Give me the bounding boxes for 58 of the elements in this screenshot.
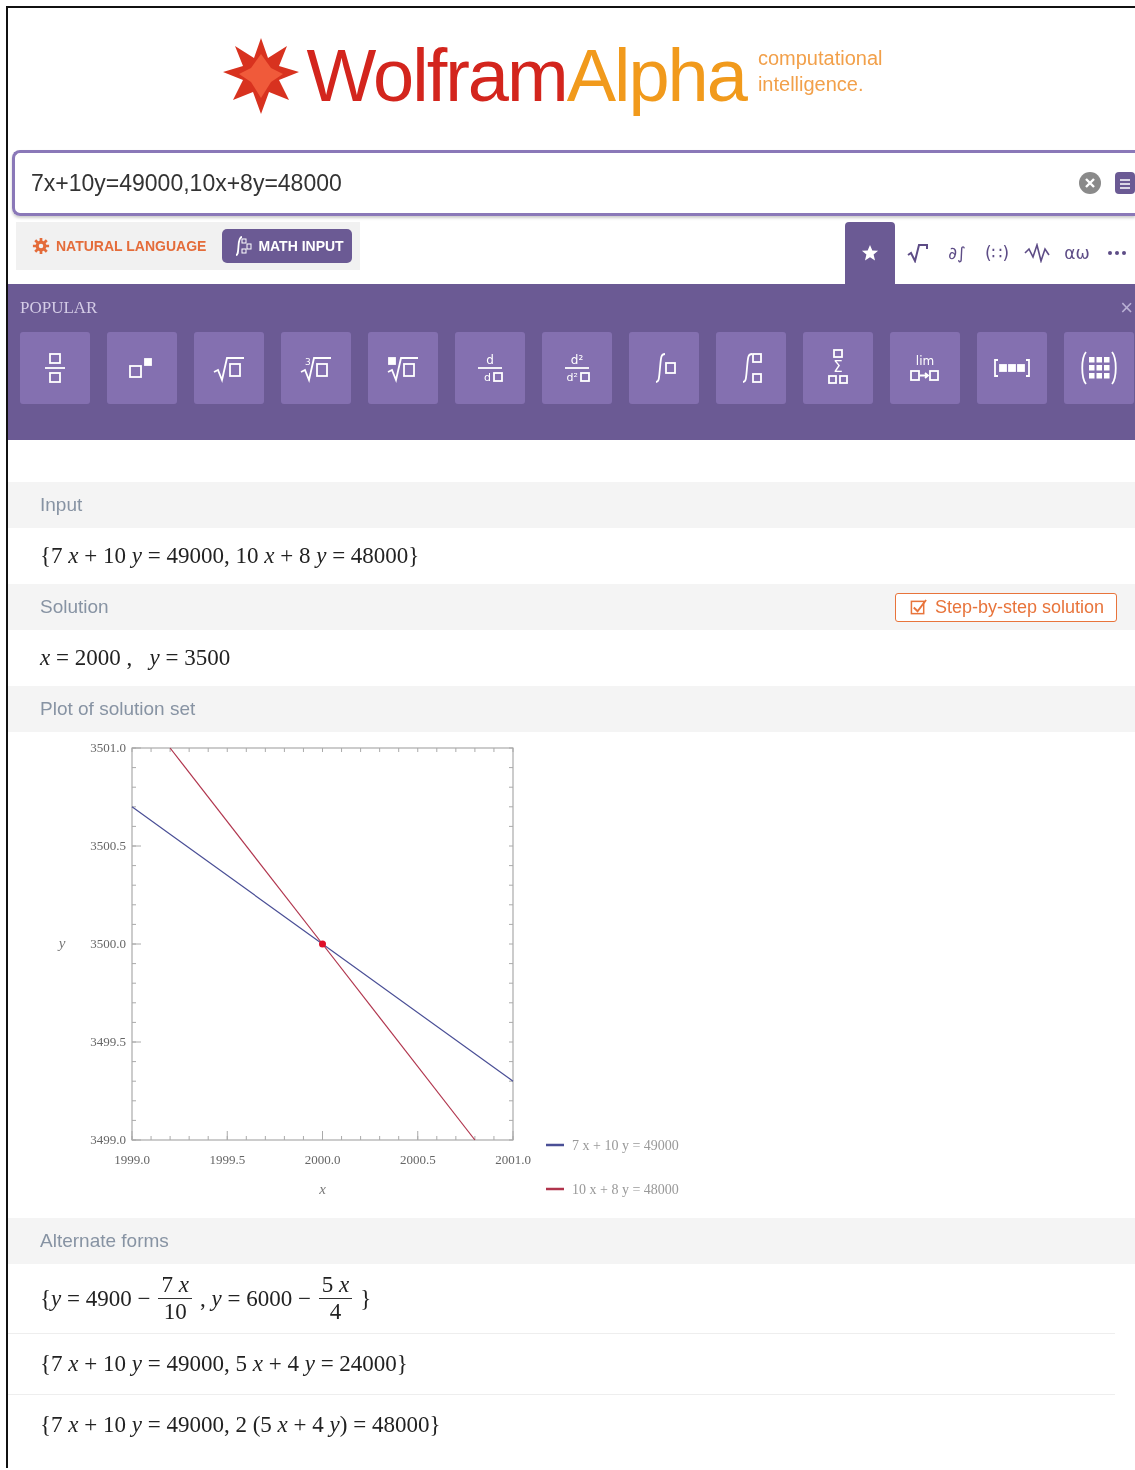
- x-tick-label: 1999.5: [209, 1152, 246, 1167]
- indexed-root-template-button[interactable]: 3: [281, 332, 351, 404]
- nth-root-template-button[interactable]: [368, 332, 438, 404]
- y-tick-label: 3499.5: [90, 1034, 126, 1049]
- y-tick-label: 3501.0: [90, 740, 126, 755]
- pod-title: Solution: [40, 596, 109, 618]
- close-button[interactable]: ×: [1118, 295, 1135, 321]
- derivative-template-button[interactable]: d² d²: [542, 332, 612, 404]
- keyboard-icon[interactable]: [1115, 172, 1135, 194]
- x-tick-label: 1999.0: [114, 1152, 150, 1167]
- search-bar[interactable]: 7x+10y=49000,10x+8y=48000: [12, 150, 1135, 216]
- sqrt-template-button[interactable]: [194, 332, 264, 404]
- symbol-tab[interactable]: ∂∫: [939, 222, 975, 284]
- definite-integral-template-button[interactable]: [716, 332, 786, 404]
- x-axis-label: x: [319, 1181, 326, 1197]
- more-icon: [1107, 250, 1127, 256]
- vector-template-button[interactable]: [977, 332, 1047, 404]
- math-result: x = 2000 , y = 3500: [40, 645, 231, 671]
- sum-template-button[interactable]: Σ: [803, 332, 873, 404]
- pod-title: Input: [40, 494, 83, 516]
- x-tick-label: 2000.5: [399, 1152, 436, 1167]
- power-template-button[interactable]: [107, 332, 177, 404]
- fraction-template-button[interactable]: [20, 332, 90, 404]
- y-tick-label: 3500.5: [90, 838, 126, 853]
- pod-title: Plot of solution set: [40, 698, 196, 720]
- wave-icon: [1024, 243, 1050, 263]
- gear-icon: [32, 237, 50, 255]
- favorites-tab[interactable]: [845, 222, 895, 284]
- matrix-template-button[interactable]: [1064, 332, 1134, 404]
- y-tick-label: 3500.0: [90, 936, 126, 951]
- derivative-template-button[interactable]: d d: [455, 332, 525, 404]
- symbol-tab[interactable]: αω: [1059, 222, 1095, 284]
- clear-icon[interactable]: [1079, 172, 1101, 194]
- palette-title: POPULAR: [20, 298, 98, 318]
- legend-swatch: [546, 1143, 564, 1147]
- natural-language-tab[interactable]: NATURAL LANGUAGE: [24, 231, 215, 261]
- y-axis-label: y: [58, 935, 66, 951]
- math-result: {7 x + 10 y = 49000, 5 x + 4 y = 24000}: [40, 1351, 408, 1377]
- symbol-tab[interactable]: (∷): [979, 222, 1015, 284]
- checkbox-icon: [909, 598, 927, 616]
- y-tick-label: 3499.0: [90, 1132, 126, 1147]
- step-by-step-button[interactable]: Step-by-step solution: [894, 592, 1117, 622]
- radical-icon: [906, 243, 928, 263]
- math-result: {7 x + 10 y = 49000, 10 x + 8 y = 48000}: [40, 543, 420, 569]
- legend-swatch: [546, 1187, 564, 1191]
- integral-template-button[interactable]: [629, 332, 699, 404]
- math-input-tab[interactable]: MATH INPUT: [222, 229, 352, 263]
- legend-label: 7 x + 10 y = 49000: [572, 1138, 679, 1153]
- x-tick-label: 2000.0: [304, 1152, 341, 1167]
- logo-tagline: computational intelligence.: [757, 46, 883, 97]
- intersection-point: [319, 940, 326, 948]
- legend-label: 10 x + 8 y = 48000: [572, 1182, 679, 1197]
- star-icon: [861, 244, 879, 262]
- limit-template-button[interactable]: lim: [890, 332, 960, 404]
- search-field[interactable]: 7x+10y=49000,10x+8y=48000: [29, 168, 1079, 198]
- pod-title: Alternate forms: [40, 1230, 169, 1252]
- x-tick-label: 2001.0: [495, 1152, 531, 1167]
- math-result: {7 x + 10 y = 49000, 2 (5 x + 4 y) = 48000}: [40, 1412, 441, 1438]
